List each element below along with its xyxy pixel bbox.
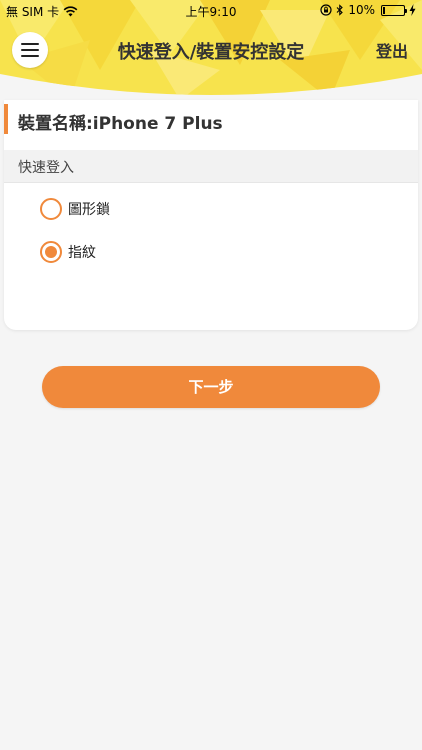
page-title: 快速登入/裝置安控設定	[117, 42, 305, 63]
logout-button[interactable]: 登出	[376, 38, 408, 62]
app-header: 無 SIM 卡 上午9:10 10% 快速登入/裝置安控設定 登出	[0, 0, 422, 100]
device-name-row: 裝置名稱:iPhone 7 Plus	[4, 104, 418, 134]
radio-pattern-lock[interactable]	[40, 198, 62, 220]
settings-card: 裝置名稱:iPhone 7 Plus 快速登入 圖形鎖 指紋	[4, 100, 418, 330]
status-bar: 無 SIM 卡 上午9:10 10%	[0, 0, 422, 22]
option-fingerprint[interactable]: 指紋	[40, 241, 96, 263]
radio-fingerprint[interactable]	[40, 241, 62, 263]
quick-login-section-label: 快速登入	[18, 160, 74, 176]
quick-login-section-header: 快速登入	[4, 150, 418, 183]
accent-bar	[4, 104, 8, 134]
option-fingerprint-label: 指紋	[68, 245, 96, 261]
option-pattern-lock-label: 圖形鎖	[68, 202, 110, 218]
next-button[interactable]: 下一步	[42, 366, 380, 408]
charging-icon	[409, 4, 416, 16]
battery-icon	[381, 4, 407, 16]
rotation-lock-icon	[320, 4, 332, 16]
bluetooth-icon	[336, 4, 344, 16]
battery-percent: 10%	[348, 3, 375, 17]
option-pattern-lock[interactable]: 圖形鎖	[40, 198, 110, 220]
device-name-title: 裝置名稱:iPhone 7 Plus	[18, 114, 223, 134]
